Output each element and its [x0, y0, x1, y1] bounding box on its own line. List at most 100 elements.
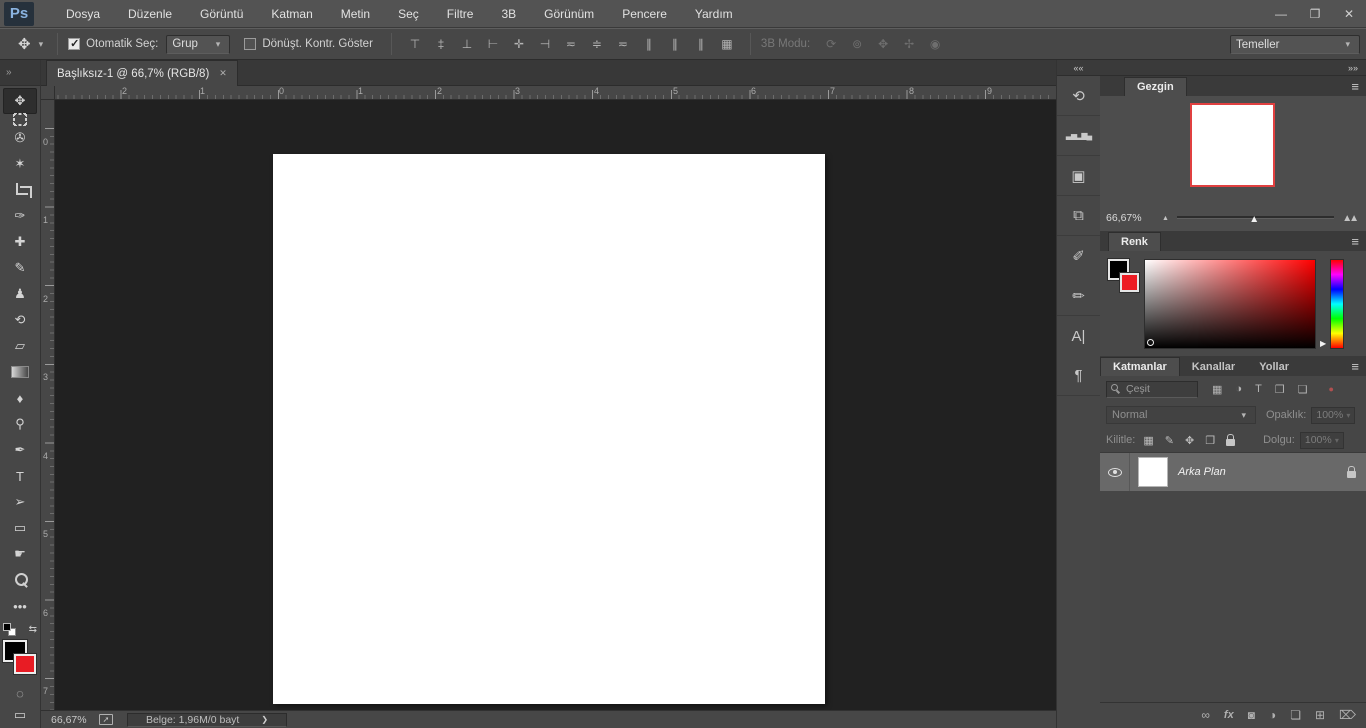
- document-canvas[interactable]: [273, 154, 825, 704]
- hue-ramp[interactable]: [1330, 259, 1344, 349]
- swap-colors-icon[interactable]: ⇆: [29, 624, 37, 635]
- new-group-icon[interactable]: ❏: [1290, 708, 1301, 722]
- lock-artboard-icon[interactable]: ❐: [1205, 434, 1215, 447]
- filter-adjustment-layers-icon[interactable]: ◑: [1235, 383, 1242, 395]
- export-icon[interactable]: ➚: [99, 714, 113, 725]
- document-tab-close-icon[interactable]: ✕: [219, 68, 227, 79]
- navigator-preview[interactable]: [1190, 103, 1275, 187]
- lock-paint-icon[interactable]: ✎: [1165, 434, 1174, 447]
- gradient-tool[interactable]: [3, 359, 37, 385]
- tab-kanallar[interactable]: Kanallar: [1180, 357, 1247, 376]
- menu-pencere[interactable]: Pencere: [608, 0, 681, 28]
- add-layer-mask-icon[interactable]: ◙: [1248, 708, 1255, 722]
- slider-thumb[interactable]: ▲: [1249, 214, 1259, 225]
- hand-tool[interactable]: ☛: [3, 541, 37, 567]
- tab-renk[interactable]: Renk: [1108, 232, 1161, 251]
- align-left-edges-icon[interactable]: ⊢: [480, 37, 506, 51]
- menu-goruntu[interactable]: Görüntü: [186, 0, 257, 28]
- align-horizontal-centers-icon[interactable]: ✛: [506, 37, 532, 51]
- align-right-edges-icon[interactable]: ⊣: [532, 37, 558, 51]
- expand-panels-button[interactable]: ««: [1057, 60, 1100, 76]
- quick-selection-tool[interactable]: ✶: [3, 151, 37, 177]
- menu-sec[interactable]: Seç: [384, 0, 433, 28]
- auto-select-checkbox[interactable]: [68, 37, 81, 50]
- lasso-tool[interactable]: ✇: [3, 125, 37, 151]
- filter-pixel-layers-icon[interactable]: ▦: [1212, 383, 1222, 396]
- status-zoom-field[interactable]: 66,67%: [51, 714, 95, 726]
- menu-3b[interactable]: 3B: [487, 0, 530, 28]
- pen-tool[interactable]: ✒: [3, 437, 37, 463]
- align-vertical-centers-icon[interactable]: ‡: [428, 37, 454, 51]
- distribute-vertical-centers-icon[interactable]: ≑: [584, 37, 610, 51]
- layer-effects-icon[interactable]: fx: [1224, 709, 1234, 721]
- navigator-zoom-value[interactable]: 66,67%: [1106, 212, 1154, 224]
- menu-filtre[interactable]: Filtre: [433, 0, 488, 28]
- collapse-panels-button[interactable]: »»: [1100, 60, 1366, 76]
- menu-yardim[interactable]: Yardım: [681, 0, 747, 28]
- eraser-tool[interactable]: ▱: [3, 333, 37, 359]
- distribute-left-edges-icon[interactable]: ∥: [636, 37, 662, 51]
- lock-position-icon[interactable]: ✥: [1185, 434, 1194, 447]
- saturation-brightness-field[interactable]: [1144, 259, 1316, 349]
- brush-presets-panel-icon[interactable]: ✐: [1057, 236, 1100, 276]
- path-selection-tool[interactable]: ➢: [3, 489, 37, 515]
- character-panel-icon[interactable]: A|: [1057, 316, 1100, 356]
- zoom-out-icon[interactable]: ▲: [1162, 215, 1169, 222]
- delete-layer-icon[interactable]: ⌦: [1339, 708, 1356, 722]
- tab-katmanlar[interactable]: Katmanlar: [1100, 357, 1180, 376]
- opacity-field[interactable]: 100% ▾: [1311, 406, 1356, 424]
- edit-toolbar-button[interactable]: •••: [3, 593, 37, 619]
- tools-panel-expand[interactable]: »: [0, 60, 40, 86]
- layer-visibility-toggle[interactable]: [1100, 453, 1130, 491]
- menu-metin[interactable]: Metin: [327, 0, 384, 28]
- layer-comps-panel-icon[interactable]: ⧉: [1057, 196, 1100, 236]
- distribute-bottom-edges-icon[interactable]: ≂: [610, 37, 636, 51]
- auto-select-target-dropdown[interactable]: Grup ▾: [166, 34, 231, 54]
- color-background-swatch[interactable]: [1119, 272, 1140, 293]
- filter-shape-layers-icon[interactable]: ❒: [1275, 383, 1285, 396]
- tab-gezgin[interactable]: Gezgin: [1124, 77, 1187, 96]
- fill-field[interactable]: 100% ▾: [1299, 431, 1344, 449]
- filter-smart-objects-icon[interactable]: ❏: [1298, 383, 1308, 396]
- default-colors-icon[interactable]: [3, 623, 16, 636]
- blur-tool[interactable]: ♦: [3, 385, 37, 411]
- histogram-panel-icon[interactable]: ▃▅▂▆▄: [1057, 116, 1100, 156]
- panel-menu-icon[interactable]: ≡: [1351, 234, 1360, 249]
- distribute-right-edges-icon[interactable]: ∥: [688, 37, 714, 51]
- document-tab[interactable]: Başlıksız-1 @ 66,7% (RGB/8) ✕: [46, 60, 238, 86]
- properties-panel-icon[interactable]: ▣: [1057, 156, 1100, 196]
- screen-mode-button[interactable]: ▭: [0, 707, 40, 723]
- layer-filter-search[interactable]: Çeşit: [1106, 380, 1198, 398]
- menu-duzenle[interactable]: Düzenle: [114, 0, 186, 28]
- rectangular-marquee-tool[interactable]: [13, 114, 27, 125]
- brush-settings-panel-icon[interactable]: ✏: [1057, 276, 1100, 316]
- quick-mask-button[interactable]: ◌: [0, 686, 40, 701]
- canvas-viewport[interactable]: 2 1 0 1 2 3 4 5 6 7 8 9 0 1 2 3 4 5 6 7: [41, 86, 1056, 710]
- align-bottom-edges-icon[interactable]: ⊥: [454, 37, 480, 51]
- close-button[interactable]: ✕: [1332, 0, 1366, 28]
- zoom-tool[interactable]: [3, 567, 37, 593]
- minimize-button[interactable]: —: [1264, 0, 1298, 28]
- layer-row[interactable]: Arka Plan: [1100, 453, 1366, 491]
- brush-tool[interactable]: ✎: [3, 255, 37, 281]
- lock-transparency-icon[interactable]: ▦: [1143, 434, 1153, 447]
- auto-align-layers-icon[interactable]: ▦: [714, 37, 740, 51]
- type-tool[interactable]: T: [3, 463, 37, 489]
- new-adjustment-layer-icon[interactable]: ◑: [1269, 708, 1276, 722]
- tab-yollar[interactable]: Yollar: [1247, 357, 1301, 376]
- move-tool[interactable]: ✥: [3, 88, 37, 114]
- status-chevron-icon[interactable]: ❯: [261, 715, 268, 724]
- menu-gorunum[interactable]: Görünüm: [530, 0, 608, 28]
- panel-menu-icon[interactable]: ≡: [1351, 79, 1360, 94]
- layer-thumbnail[interactable]: [1138, 457, 1168, 487]
- blend-mode-dropdown[interactable]: Normal ▾: [1106, 406, 1256, 424]
- menu-katman[interactable]: Katman: [257, 0, 326, 28]
- document-info-box[interactable]: Belge: 1,96M/0 bayt ❯: [127, 712, 287, 727]
- eyedropper-tool[interactable]: ✑: [3, 203, 37, 229]
- distribute-top-edges-icon[interactable]: ≂: [558, 37, 584, 51]
- navigator-zoom-slider[interactable]: ▲: [1176, 211, 1335, 225]
- history-panel-icon[interactable]: ⟲: [1057, 76, 1100, 116]
- menu-dosya[interactable]: Dosya: [52, 0, 114, 28]
- link-layers-icon[interactable]: ∞: [1201, 708, 1210, 722]
- zoom-in-icon[interactable]: ▲▲: [1342, 213, 1359, 224]
